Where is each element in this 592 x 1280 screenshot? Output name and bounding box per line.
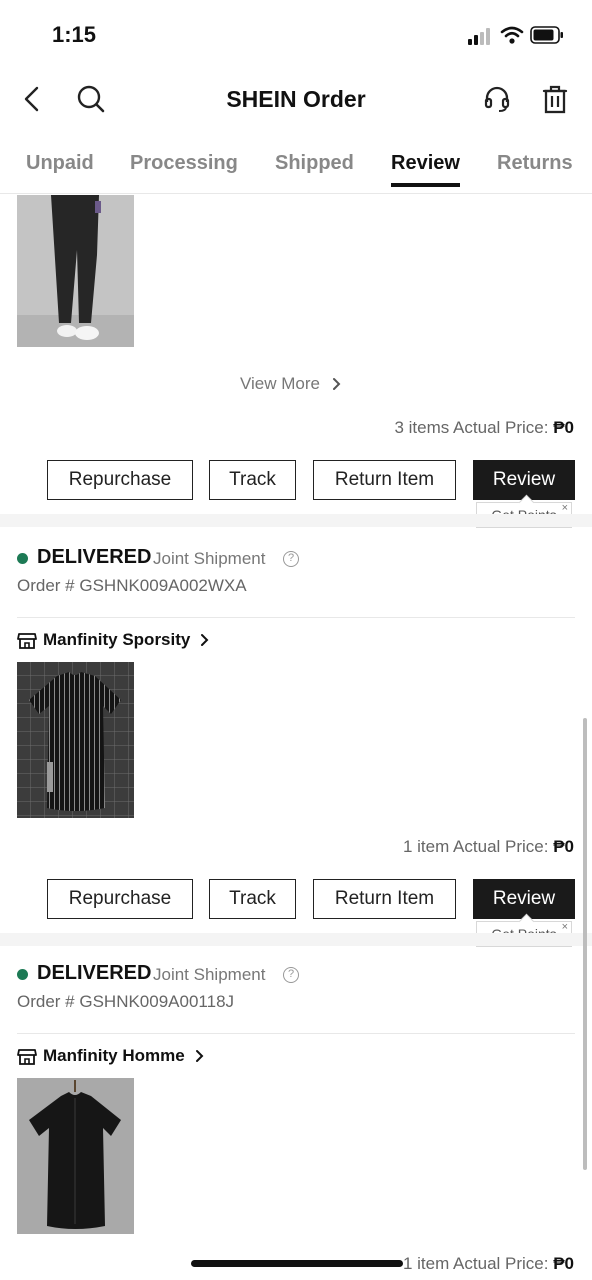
joint-shipment-label: Joint Shipment: [153, 965, 266, 984]
store-link[interactable]: Manfinity Sporsity: [17, 629, 209, 651]
wifi-icon: [500, 26, 524, 44]
actual-price: ₱0: [553, 1254, 574, 1273]
trash-bin-icon[interactable]: [538, 82, 572, 116]
order-status-label: DELIVERED: [37, 962, 152, 984]
chevron-right-icon: [201, 634, 209, 646]
store-link[interactable]: Manfinity Homme: [17, 1045, 204, 1067]
actual-price: ₱0: [553, 837, 574, 856]
tab-returns[interactable]: Returns: [497, 152, 573, 175]
battery-icon: [530, 26, 563, 44]
order-status-label: DELIVERED: [37, 546, 152, 568]
track-button[interactable]: Track: [209, 879, 296, 919]
product-image-pants[interactable]: [17, 195, 134, 347]
tooltip-close-icon[interactable]: ×: [562, 921, 568, 933]
joint-shipment-label: Joint Shipment: [153, 549, 266, 568]
chevron-right-icon: [333, 378, 341, 390]
view-more-link[interactable]: View More: [240, 374, 341, 394]
order-price-summary: 3 items Actual Price: ₱0: [394, 418, 574, 438]
store-icon: [17, 1048, 37, 1065]
customer-service-headset-icon[interactable]: [480, 82, 514, 116]
return-item-button[interactable]: Return Item: [313, 879, 456, 919]
store-icon: [17, 632, 37, 649]
divider: [17, 617, 575, 618]
help-circle-icon[interactable]: ?: [283, 551, 299, 567]
actual-price: ₱0: [553, 418, 574, 437]
product-image-striped-shirt[interactable]: [17, 662, 134, 818]
tab-review[interactable]: Review: [391, 152, 460, 187]
order-price-summary: 1 item Actual Price: ₱0: [403, 1254, 574, 1274]
tab-shipped[interactable]: Shipped: [275, 152, 354, 175]
scrollbar[interactable]: [583, 718, 587, 1170]
track-button[interactable]: Track: [209, 460, 296, 500]
product-image-black-shirt[interactable]: [17, 1078, 134, 1234]
review-button[interactable]: Review: [473, 460, 575, 500]
delivered-status-dot: [17, 553, 28, 564]
order-price-summary: 1 item Actual Price: ₱0: [403, 837, 574, 857]
chevron-right-icon: [195, 1050, 204, 1062]
tab-processing[interactable]: Processing: [130, 152, 238, 175]
items-count-label: 1 item Actual Price:: [402, 837, 554, 856]
status-time: 1:15: [52, 22, 97, 47]
tooltip-close-icon[interactable]: ×: [562, 502, 568, 514]
tab-unpaid[interactable]: Unpaid: [26, 152, 94, 175]
help-circle-icon[interactable]: ?: [283, 967, 299, 983]
section-separator: [0, 514, 592, 527]
order-status-tabs: Unpaid Processing Shipped Review Returns: [0, 138, 592, 194]
cellular-signal-icon: [468, 28, 492, 45]
items-count-label: 3 items Actual Price:: [394, 418, 554, 437]
section-separator: [0, 933, 592, 946]
store-name: Manfinity Sporsity: [43, 630, 191, 649]
return-item-button[interactable]: Return Item: [313, 460, 456, 500]
order-number: Order # GSHNK009A00118J: [17, 992, 235, 1011]
delivered-status-dot: [17, 969, 28, 980]
view-more-label: View More: [240, 374, 320, 393]
status-bar: 1:15: [0, 0, 592, 66]
repurchase-button[interactable]: Repurchase: [47, 460, 193, 500]
store-name: Manfinity Homme: [43, 1046, 185, 1065]
app-header: SHEIN Order: [0, 66, 592, 132]
divider: [17, 1033, 575, 1034]
order-number: Order # GSHNK009A002WXA: [17, 576, 247, 595]
review-button[interactable]: Review: [473, 879, 575, 919]
items-count-label: 1 item Actual Price:: [402, 1254, 554, 1273]
repurchase-button[interactable]: Repurchase: [47, 879, 193, 919]
home-indicator[interactable]: [191, 1260, 403, 1267]
